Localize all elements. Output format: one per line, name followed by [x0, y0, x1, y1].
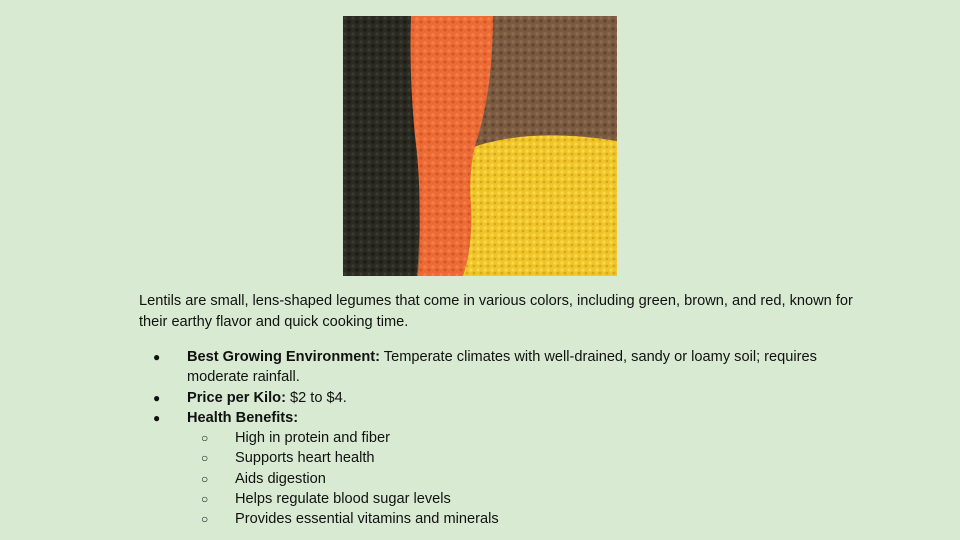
benefit-text: Helps regulate blood sugar levels: [235, 491, 451, 508]
slide: Lentils are small, lens-shaped legumes t…: [0, 0, 960, 540]
sub-bullet-marker: ○: [201, 471, 209, 486]
bullet-marker: ●: [153, 410, 161, 425]
benefit-text: Aids digestion: [235, 470, 326, 487]
benefit-text: High in protein and fiber: [235, 430, 390, 447]
sub-bullet-marker: ○: [201, 451, 209, 466]
health-benefits-list: ○ High in protein and fiber ○ Supports hea…: [187, 428, 879, 529]
health-label: Health Benefits:: [187, 409, 299, 426]
black-lentils: [343, 16, 420, 276]
yellow-lentils: [453, 135, 617, 276]
list-item: ○ High in protein and fiber: [187, 428, 879, 448]
environment-label: Best Growing Environment:: [187, 349, 380, 365]
intro-paragraph: Lentils are small, lens-shaped legumes t…: [139, 293, 853, 330]
benefit-text: Supports heart health: [235, 450, 375, 467]
list-item-price: ● Price per Kilo: $2 to $4.: [139, 388, 879, 408]
lentils-photo: [343, 16, 617, 276]
sub-bullet-marker: ○: [201, 492, 209, 507]
list-item: ○ Provides essential vitamins and mineral…: [187, 509, 879, 529]
list-item-environment: ● Best Growing Environment: Temperate cl…: [139, 347, 879, 388]
bullet-marker: ●: [153, 350, 161, 364]
list-item-health: ● Health Benefits: ○ High in protein and …: [139, 408, 879, 530]
benefit-text: Provides essential vitamins and minerals: [235, 511, 499, 528]
price-text: $2 to $4.: [285, 389, 347, 406]
list-item: ○ Supports heart health: [187, 448, 879, 468]
lentils-image: [343, 16, 617, 276]
sub-bullet-marker: ○: [201, 431, 209, 446]
price-label: Price per Kilo:: [187, 389, 286, 406]
list-item: ○ Aids digestion: [187, 469, 879, 489]
bullet-marker: ●: [153, 390, 161, 405]
details-list: ● Best Growing Environment: Temperate cl…: [139, 347, 879, 530]
sub-bullet-marker: ○: [201, 512, 209, 527]
list-item: ○ Helps regulate blood sugar levels: [187, 489, 879, 509]
